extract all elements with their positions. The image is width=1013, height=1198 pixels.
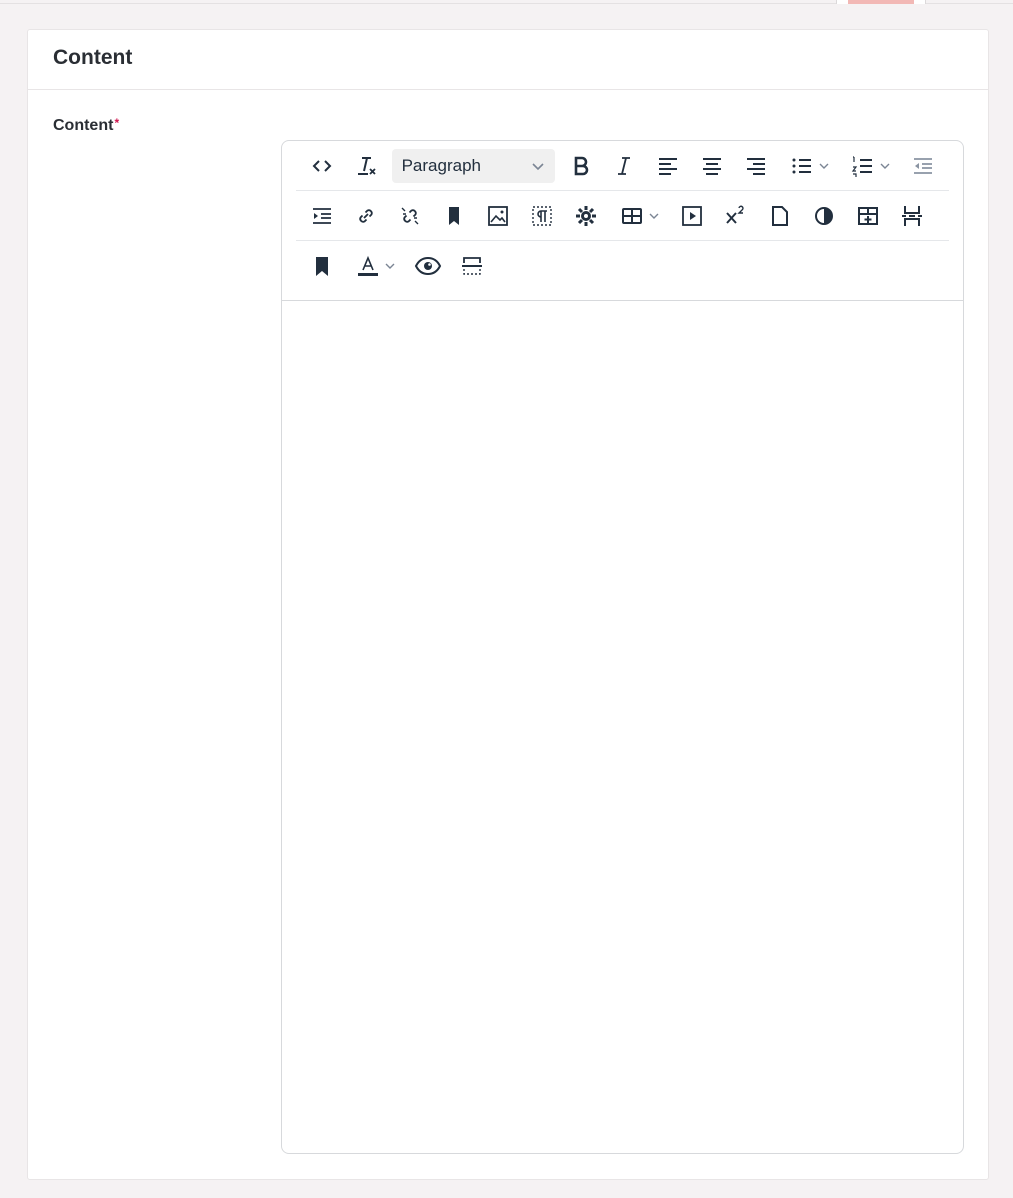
unlink-button[interactable] — [392, 199, 428, 233]
block-format-value: Paragraph — [401, 155, 481, 175]
insert-row-button[interactable] — [850, 199, 886, 233]
content-card: Content Content* Paragraph — [27, 29, 989, 1180]
remove-format-button[interactable] — [348, 149, 384, 183]
superscript-icon — [726, 205, 744, 224]
document-icon — [772, 205, 788, 226]
horizontal-rule-icon — [462, 257, 482, 275]
image-icon — [488, 205, 508, 226]
align-right-icon — [746, 157, 765, 175]
outdent-button[interactable] — [905, 149, 941, 183]
italic-icon — [618, 156, 631, 175]
bookmark-icon — [449, 206, 459, 225]
chevron-down-icon — [879, 160, 891, 172]
page-break-button[interactable] — [894, 199, 930, 233]
required-asterisk: * — [114, 116, 120, 130]
align-left-button[interactable] — [650, 149, 686, 183]
superscript-button[interactable] — [718, 199, 754, 233]
editor-content-area[interactable] — [282, 301, 963, 1153]
chevron-down-icon — [531, 159, 545, 173]
source-code-button[interactable] — [304, 149, 340, 183]
card-title: Content — [28, 30, 988, 90]
indent-icon — [313, 207, 331, 224]
chevron-down-icon — [818, 160, 830, 172]
align-left-icon — [659, 157, 678, 175]
pilcrow-icon — [532, 205, 552, 226]
outdent-icon — [914, 157, 933, 174]
align-right-button[interactable] — [738, 149, 774, 183]
bookmark-icon — [316, 257, 328, 276]
text-color-button[interactable] — [348, 249, 402, 283]
table-icon — [622, 207, 642, 224]
content-field-label: Content* — [53, 116, 120, 135]
align-center-button[interactable] — [694, 149, 730, 183]
italic-button[interactable] — [607, 149, 643, 183]
block-format-select[interactable]: Paragraph — [391, 148, 555, 183]
clear-formatting-icon — [357, 156, 376, 175]
rich-text-editor: Paragraph — [281, 140, 964, 1154]
align-center-icon — [703, 157, 722, 175]
text-color-icon — [358, 255, 378, 276]
nonbreaking-space-button[interactable] — [524, 199, 560, 233]
chevron-down-icon — [648, 210, 660, 222]
settings-button[interactable] — [568, 199, 604, 233]
link-button[interactable] — [348, 199, 384, 233]
contrast-button[interactable] — [806, 199, 842, 233]
editor-toolbar: Paragraph — [282, 141, 963, 301]
numbered-list-icon — [852, 155, 873, 177]
template-button[interactable] — [762, 199, 798, 233]
toolbar-row-3 — [296, 241, 949, 291]
bold-icon — [574, 156, 588, 175]
bold-button[interactable] — [563, 149, 599, 183]
anchor-button[interactable] — [436, 199, 472, 233]
page-break-icon — [902, 205, 922, 226]
bookmark-button[interactable] — [304, 249, 340, 283]
table-insert-icon — [858, 206, 878, 225]
play-icon — [682, 205, 702, 226]
numbered-list-button[interactable] — [843, 149, 897, 183]
bullet-list-button[interactable] — [782, 149, 836, 183]
toolbar-row-2 — [296, 191, 949, 241]
insert-media-button[interactable] — [674, 199, 710, 233]
table-button[interactable] — [612, 199, 666, 233]
link-icon — [359, 208, 373, 223]
toolbar-row-1: Paragraph — [296, 141, 949, 191]
horizontal-rule-button[interactable] — [454, 249, 490, 283]
chevron-down-icon — [384, 260, 396, 272]
field-label-text: Content — [53, 117, 114, 134]
indent-button[interactable] — [304, 199, 340, 233]
contrast-icon — [815, 206, 833, 225]
code-icon — [312, 159, 332, 172]
unlink-icon — [401, 207, 419, 224]
preview-button[interactable] — [410, 249, 446, 283]
bullet-list-icon — [792, 158, 811, 173]
gear-icon — [576, 205, 596, 226]
top-tab-accent — [848, 0, 914, 4]
eye-icon — [414, 256, 442, 276]
insert-image-button[interactable] — [480, 199, 516, 233]
